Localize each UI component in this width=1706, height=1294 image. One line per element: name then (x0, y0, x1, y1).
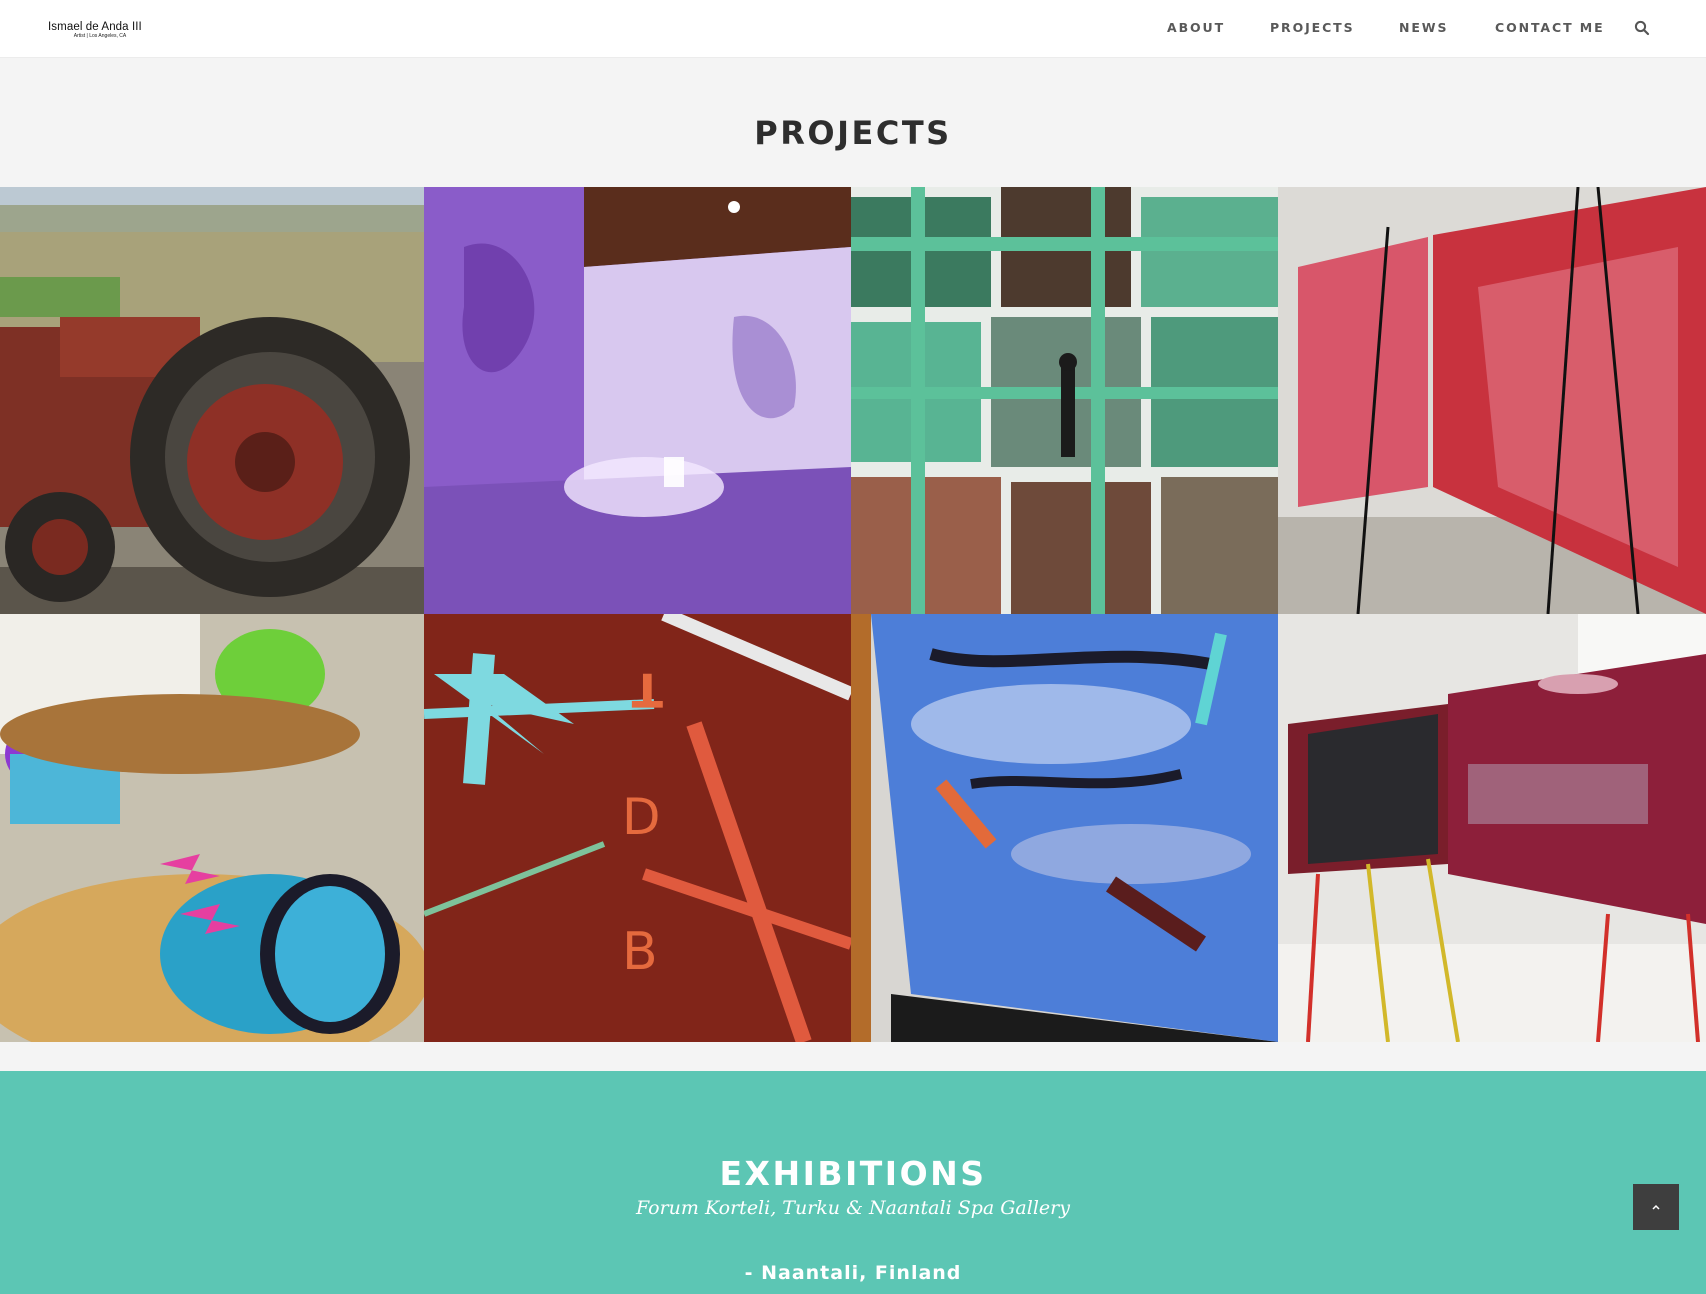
project-tile-drum-kit[interactable] (0, 614, 424, 1042)
svg-text:B: B (622, 922, 658, 982)
svg-text:D: D (622, 788, 661, 846)
logo-tagline: Artist | Los Angeles, CA (73, 33, 127, 39)
grid-photos-image (851, 187, 1278, 614)
scroll-to-top-button[interactable] (1633, 1184, 1679, 1230)
nav-news[interactable]: NEWS (1399, 20, 1448, 35)
project-tile-grid-photos[interactable] (851, 187, 1278, 614)
project-tile-red-texture[interactable]: T D B (424, 614, 851, 1042)
nav-about[interactable]: ABOUT (1167, 20, 1225, 35)
projects-grid: T D B (0, 187, 1706, 1042)
exhibitions-section: EXHIBITIONS Forum Korteli, Turku & Naant… (0, 1071, 1706, 1294)
nav-contact-me[interactable]: CONTACT ME (1495, 20, 1605, 35)
svg-text:T: T (631, 663, 663, 717)
site-logo[interactable]: Ismael de Anda III Artist | Los Angeles,… (48, 21, 152, 39)
tractor-image (0, 187, 424, 614)
blue-water-image (851, 614, 1278, 1042)
project-tile-blue-water[interactable] (851, 614, 1278, 1042)
project-tile-easels[interactable] (1278, 614, 1706, 1042)
exhibitions-title: EXHIBITIONS (719, 1154, 987, 1193)
chevron-up-icon (1652, 1204, 1660, 1210)
exhibitions-location: - Naantali, Finland (744, 1262, 962, 1284)
site-header: Ismael de Anda III Artist | Los Angeles,… (0, 0, 1706, 58)
project-tile-tractor[interactable] (0, 187, 424, 614)
logo-name: Ismael de Anda III (48, 21, 142, 33)
search-icon[interactable] (1634, 20, 1650, 36)
purple-installation-image (424, 187, 851, 614)
easels-image (1278, 614, 1706, 1042)
red-texture-image: T D B (424, 614, 851, 1042)
nav-projects[interactable]: PROJECTS (1270, 20, 1355, 35)
projects-title: PROJECTS (754, 114, 952, 152)
project-tile-red-prints[interactable] (1278, 187, 1706, 614)
exhibitions-subtitle: Forum Korteli, Turku & Naantali Spa Gall… (636, 1197, 1070, 1219)
red-prints-image (1278, 187, 1706, 614)
project-tile-purple-installation[interactable] (424, 187, 851, 614)
drum-kit-image (0, 614, 424, 1042)
